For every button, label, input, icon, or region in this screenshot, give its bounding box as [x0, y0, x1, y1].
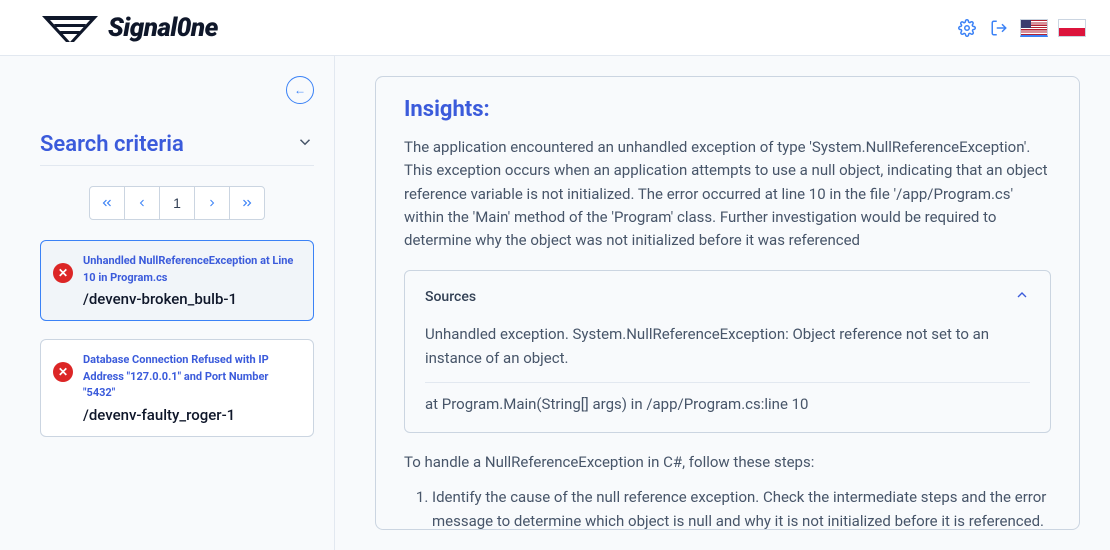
chevron-down-icon — [296, 132, 314, 157]
issue-container: /devenv-faulty_roger-1 — [83, 406, 301, 424]
main-content: Insights: The application encountered an… — [335, 56, 1110, 550]
chevron-left-icon — [136, 197, 148, 209]
settings-button[interactable] — [956, 17, 978, 39]
insights-summary: The application encountered an unhandled… — [404, 136, 1051, 252]
issue-card[interactable]: ✕ Database Connection Refused with IP Ad… — [40, 339, 314, 437]
chevron-up-icon — [1014, 287, 1030, 307]
source-message: Unhandled exception. System.NullReferenc… — [425, 323, 1030, 370]
sources-body: Unhandled exception. System.NullReferenc… — [425, 323, 1030, 416]
back-button[interactable]: ← — [286, 76, 314, 104]
issue-container: /devenv-broken_bulb-1 — [83, 290, 301, 308]
brand-logo[interactable]: Signal0ne — [40, 12, 218, 44]
step-item: Identify the cause of the null reference… — [432, 485, 1051, 530]
sources-label: Sources — [425, 289, 476, 305]
search-criteria-label: Search criteria — [40, 132, 184, 157]
language-flag-us[interactable] — [1020, 19, 1048, 37]
page-prev-button[interactable] — [124, 186, 160, 220]
sidebar: ← Search criteria 1 ✕ — [0, 56, 335, 550]
chevrons-left-icon — [100, 196, 114, 210]
sources-toggle[interactable]: Sources — [425, 287, 1030, 307]
page-last-button[interactable] — [229, 186, 265, 220]
insights-panel[interactable]: Insights: The application encountered an… — [375, 76, 1080, 530]
page-number[interactable]: 1 — [159, 186, 195, 220]
issue-title: Unhandled NullReferenceException at Line… — [83, 253, 301, 286]
source-stacktrace: at Program.Main(String[] args) in /app/P… — [425, 382, 1030, 416]
search-criteria-toggle[interactable]: Search criteria — [40, 132, 314, 166]
arrow-left-icon: ← — [294, 83, 306, 97]
error-icon: ✕ — [53, 362, 73, 382]
insights-heading: Insights: — [404, 97, 1051, 122]
header-actions — [956, 17, 1086, 39]
pagination: 1 — [40, 186, 314, 220]
steps-list: Identify the cause of the null reference… — [404, 485, 1051, 530]
issue-content: Unhandled NullReferenceException at Line… — [83, 253, 301, 308]
error-icon: ✕ — [53, 263, 73, 283]
issue-content: Database Connection Refused with IP Addr… — [83, 352, 301, 424]
language-flag-pl[interactable] — [1058, 19, 1086, 37]
steps-intro: To handle a NullReferenceException in C#… — [404, 453, 1051, 471]
brand-name: Signal0ne — [108, 13, 218, 43]
page-next-button[interactable] — [194, 186, 230, 220]
issue-card[interactable]: ✕ Unhandled NullReferenceException at Li… — [40, 240, 314, 321]
logout-icon — [990, 19, 1008, 37]
chevrons-right-icon — [240, 196, 254, 210]
page-first-button[interactable] — [89, 186, 125, 220]
logo-mark-icon — [40, 12, 100, 44]
sources-box: Sources Unhandled exception. System.Null… — [404, 270, 1051, 433]
header: Signal0ne — [0, 0, 1110, 56]
gear-icon — [958, 19, 976, 37]
app-body: ← Search criteria 1 ✕ — [0, 56, 1110, 550]
chevron-right-icon — [206, 197, 218, 209]
logout-button[interactable] — [988, 17, 1010, 39]
issue-title: Database Connection Refused with IP Addr… — [83, 352, 301, 402]
